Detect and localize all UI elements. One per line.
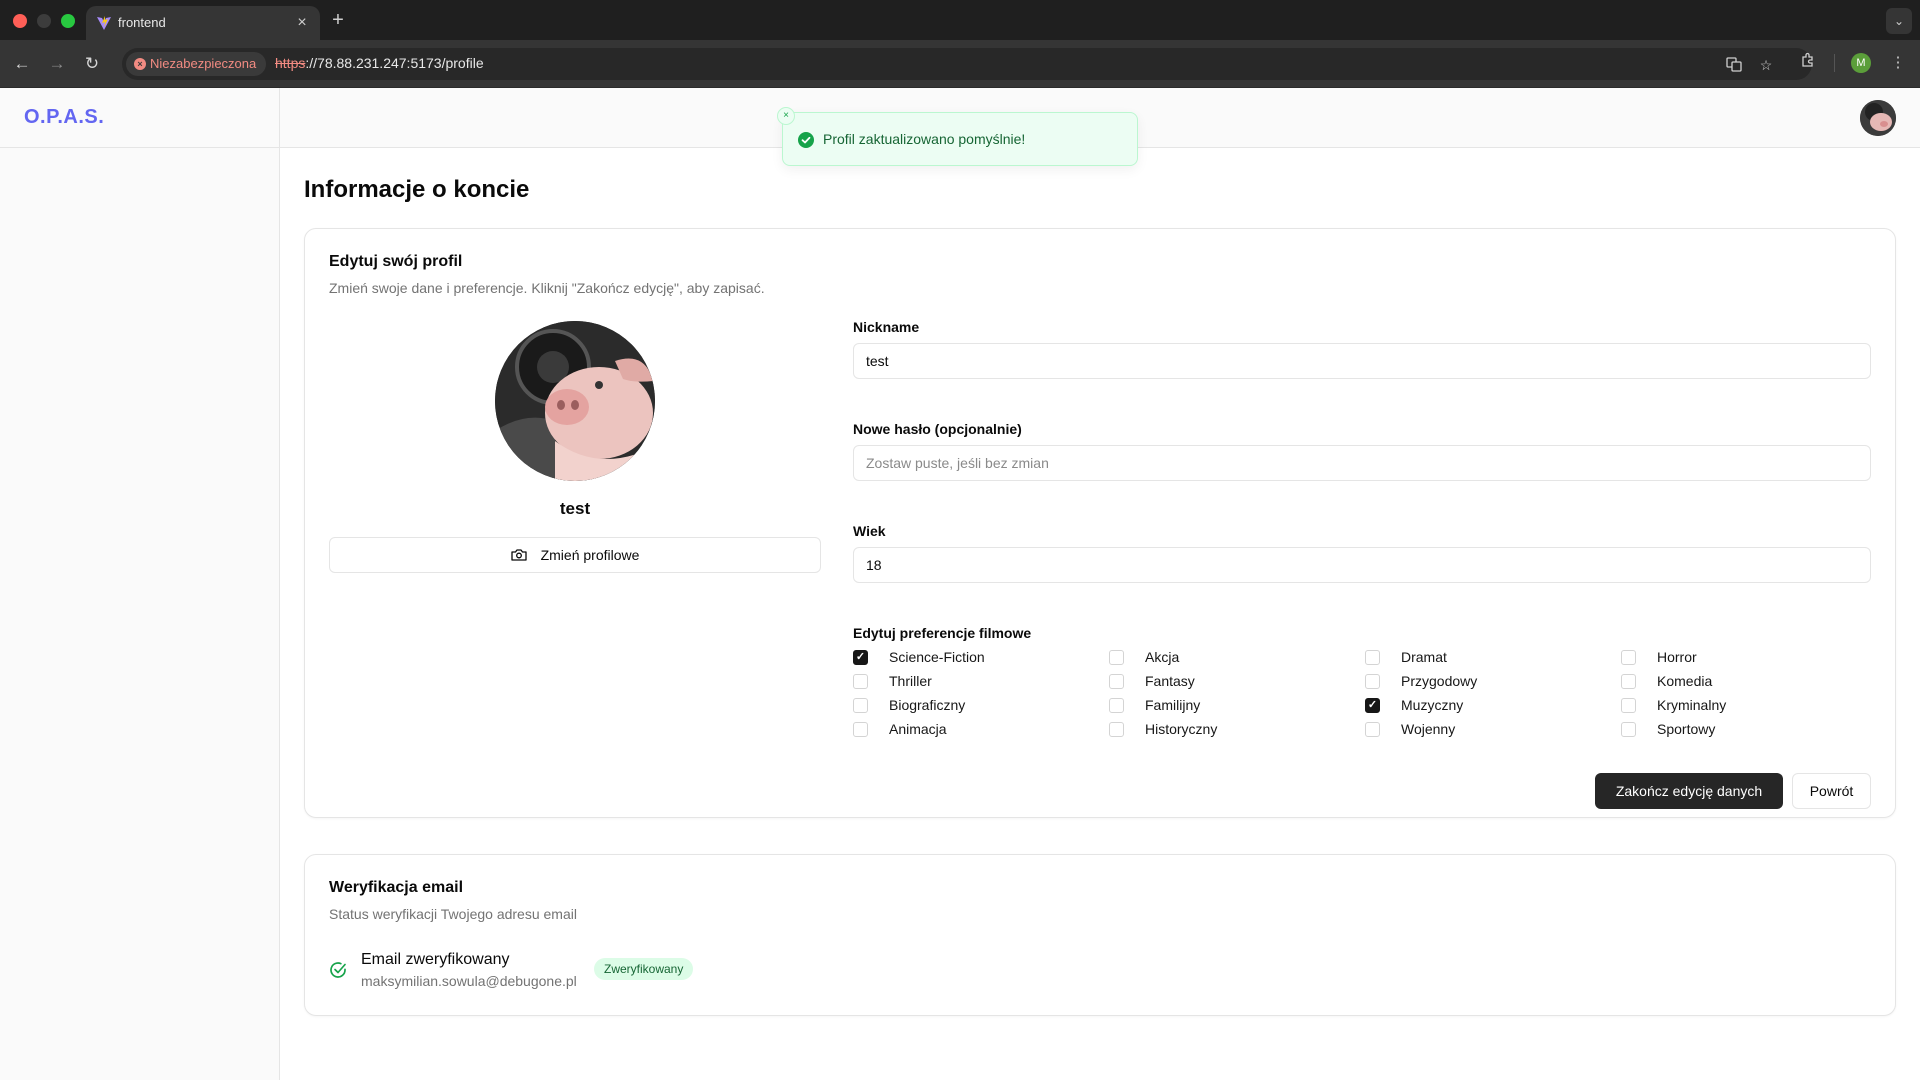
genre-checkbox[interactable] (1621, 650, 1636, 665)
browser-toolbar: ← → ↻ × Niezabezpieczona https://78.88.2… (0, 40, 1920, 88)
back-arrow-icon[interactable]: ← (10, 52, 34, 76)
verification-status: Email zweryfikowany (361, 951, 510, 968)
genre-label: Przygodowy (1401, 673, 1478, 689)
genre-checkbox[interactable] (1365, 674, 1380, 689)
reload-icon[interactable]: ↻ (80, 52, 104, 76)
genre-label: Animacja (889, 721, 947, 737)
check-circle-icon (798, 132, 814, 148)
camera-icon (510, 549, 527, 561)
genre-checkbox[interactable] (853, 674, 868, 689)
genre-label: Horror (1657, 649, 1697, 665)
browser-tab-bar: frontend × + ⌄ (0, 0, 1920, 40)
genre-checkbox[interactable]: ✓ (1365, 698, 1380, 713)
genre-label: Thriller (889, 673, 932, 689)
success-toast: × Profil zaktualizowano pomyślnie! (777, 107, 1138, 166)
card-title: Weryfikacja email (329, 879, 464, 896)
window-minimize-button[interactable] (37, 14, 51, 28)
genre-checkbox[interactable] (1109, 650, 1124, 665)
check-circle-icon (330, 962, 346, 978)
window-maximize-button[interactable] (61, 14, 75, 28)
brand-logo[interactable]: O.P.A.S. (24, 106, 104, 129)
user-email: maksymilian.sowula@debugone.pl (361, 973, 577, 989)
profile-picture (495, 321, 655, 481)
genre-checkbox[interactable] (1621, 722, 1636, 737)
card-description: Status weryfikacji Twojego adresu email (329, 906, 577, 922)
genre-label: Akcja (1145, 649, 1180, 665)
url-text[interactable]: https://78.88.231.247:5173/profile (275, 55, 484, 71)
finish-editing-button[interactable]: Zakończ edycję danych (1595, 773, 1783, 809)
app-root: O.P.A.S. × Profil zaktualizowano pomyśln… (0, 88, 1920, 1080)
warning-icon: × (134, 58, 146, 70)
genre-checkbox[interactable] (1109, 722, 1124, 737)
genre-checkbox[interactable] (1621, 674, 1636, 689)
card-title: Edytuj swój profil (329, 253, 463, 270)
url-path: ://78.88.231.247:5173/profile (305, 55, 484, 71)
change-photo-label: Zmień profilowe (540, 547, 640, 563)
genre-checkbox[interactable] (1109, 698, 1124, 713)
tab-close-icon[interactable]: × (292, 13, 312, 33)
verified-badge: Zweryfikowany (594, 958, 694, 980)
change-photo-button[interactable]: Zmień profilowe (329, 537, 821, 573)
tab-title: frontend (118, 15, 166, 30)
genre-label: Kryminalny (1657, 697, 1727, 713)
genre-label: Sportowy (1657, 721, 1716, 737)
new-tab-button[interactable]: + (326, 9, 350, 33)
toast-close-icon[interactable]: × (777, 107, 795, 125)
genre-label: Historyczny (1145, 721, 1218, 737)
url-scheme: https (275, 55, 306, 71)
age-input[interactable] (853, 547, 1871, 583)
browser-tab[interactable]: frontend × (86, 6, 320, 40)
genre-checkbox[interactable] (1365, 650, 1380, 665)
user-avatar[interactable] (1860, 100, 1896, 136)
tab-search-button[interactable]: ⌄ (1886, 8, 1912, 34)
window-close-button[interactable] (13, 14, 27, 28)
browser-profile-avatar[interactable]: M (1851, 53, 1871, 73)
genre-label: Wojenny (1401, 721, 1456, 737)
back-button[interactable]: Powrót (1792, 773, 1871, 809)
sidebar: O.P.A.S. (0, 88, 280, 1080)
security-indicator[interactable]: × Niezabezpieczona (126, 52, 267, 76)
translate-icon[interactable] (1725, 56, 1743, 74)
sidebar-header: O.P.A.S. (0, 88, 280, 148)
forward-arrow-icon[interactable]: → (45, 52, 69, 76)
genre-label: Dramat (1401, 649, 1447, 665)
profile-display-name: test (559, 499, 591, 518)
browser-menu-icon[interactable]: ⋮ (1887, 52, 1909, 74)
card-description: Zmień swoje dane i preferencje. Kliknij … (329, 280, 765, 296)
genre-checkbox[interactable] (1109, 674, 1124, 689)
password-label: Nowe hasło (opcjonalnie) (853, 421, 1022, 437)
genre-checkbox[interactable] (853, 722, 868, 737)
genre-label: Science-Fiction (889, 649, 985, 665)
vite-favicon-icon (97, 16, 111, 30)
genres-label: Edytuj preferencje filmowe (853, 625, 1032, 641)
genre-checkbox[interactable] (853, 698, 868, 713)
genre-checkbox[interactable] (1365, 722, 1380, 737)
address-bar[interactable]: × Niezabezpieczona https://78.88.231.247… (122, 48, 1812, 80)
bookmark-star-icon[interactable]: ☆ (1757, 56, 1775, 74)
nickname-label: Nickname (853, 319, 920, 335)
age-label: Wiek (853, 523, 886, 539)
genre-label: Biograficzny (889, 697, 966, 713)
nickname-input[interactable] (853, 343, 1871, 379)
profile-edit-card: Edytuj swój profil Zmień swoje dane i pr… (304, 228, 1896, 818)
toolbar-divider (1834, 54, 1835, 72)
email-verification-card: Weryfikacja email Status weryfikacji Two… (304, 854, 1896, 1016)
genre-label: Komedia (1657, 673, 1713, 689)
page-title: Informacje o koncie (304, 176, 530, 203)
security-label: Niezabezpieczona (150, 56, 257, 71)
genre-label: Familijny (1145, 697, 1201, 713)
new-password-input[interactable] (853, 445, 1871, 481)
genre-checkbox[interactable]: ✓ (853, 650, 868, 665)
genre-label: Fantasy (1145, 673, 1195, 689)
extensions-icon[interactable] (1797, 52, 1819, 74)
genre-label: Muzyczny (1401, 697, 1464, 713)
genre-checkbox[interactable] (1621, 698, 1636, 713)
toast-message: Profil zaktualizowano pomyślnie! (823, 131, 1026, 147)
